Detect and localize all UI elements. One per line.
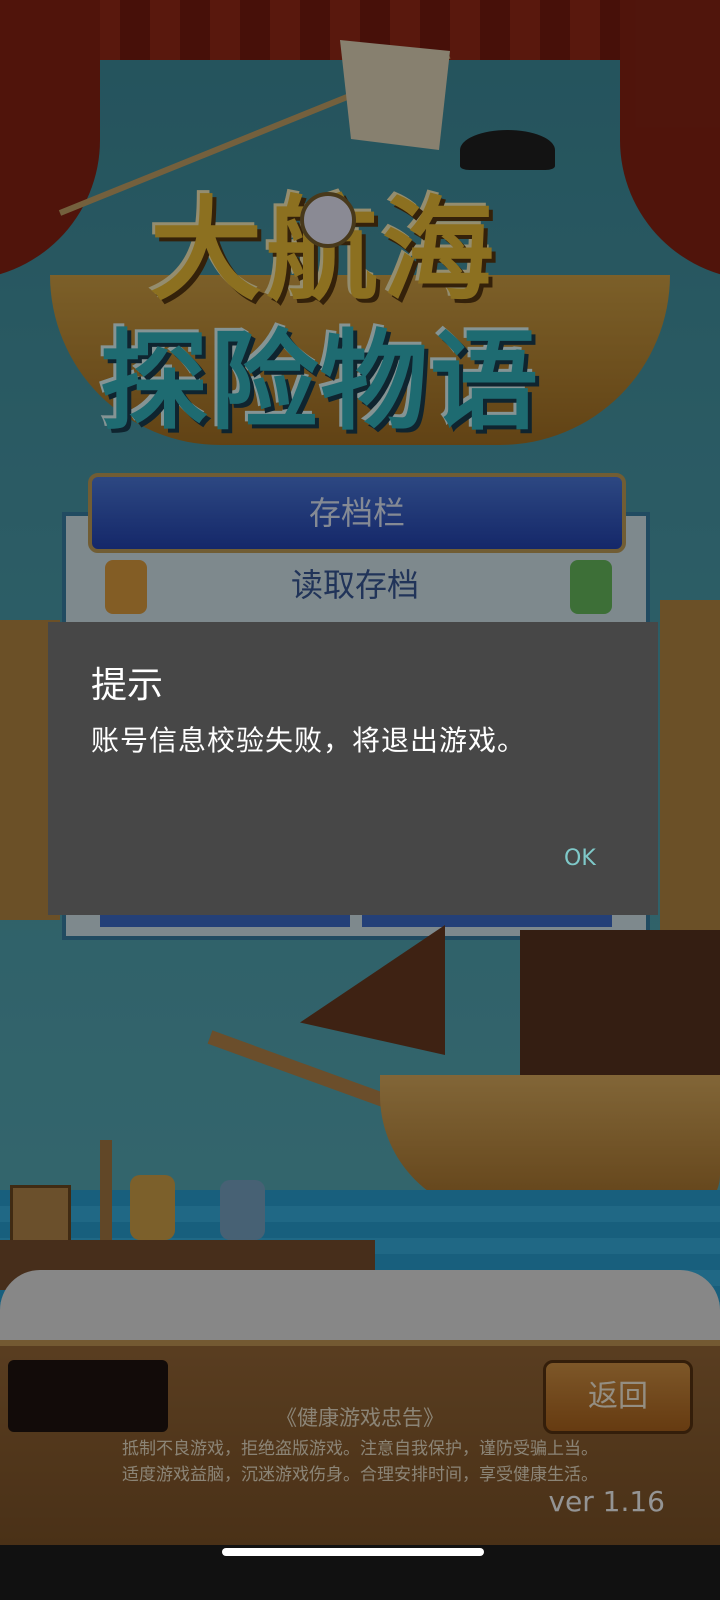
- home-indicator[interactable]: [222, 1548, 484, 1556]
- dialog-title: 提示: [91, 665, 164, 706]
- ok-button[interactable]: OK: [558, 842, 602, 875]
- dialog-message: 账号信息校验失败，将退出游戏。: [91, 724, 527, 757]
- alert-dialog: 提示 账号信息校验失败，将退出游戏。 OK: [48, 622, 658, 915]
